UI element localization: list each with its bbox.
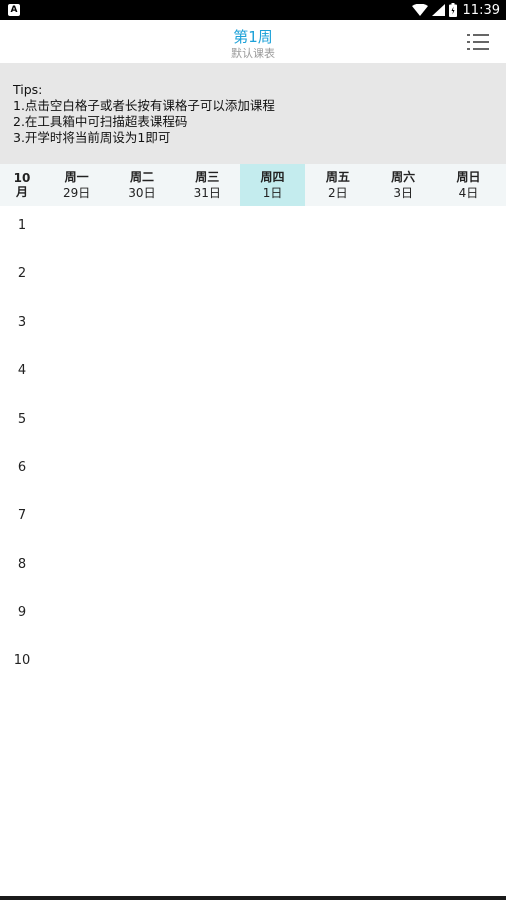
slot-number: 5 <box>17 412 27 427</box>
month-unit: 月 <box>15 185 28 199</box>
tip-line-2: 2.在工具箱中可扫描超表课程码 <box>13 114 188 129</box>
slot-number: 1 <box>17 218 27 233</box>
schedule-name: 默认课表 <box>231 47 275 60</box>
day-name: 周日 <box>456 170 481 184</box>
tip-line-3: 3.开学时将当前周设为1即可 <box>13 130 171 145</box>
notification-letter: A <box>10 5 18 15</box>
timetable-grid[interactable]: 1 2 3 4 5 6 7 8 9 10 <box>0 206 506 896</box>
menu-button[interactable] <box>466 32 490 52</box>
battery-icon <box>448 3 457 17</box>
day-date: 2日 <box>328 186 348 200</box>
day-date: 4日 <box>458 186 479 200</box>
day-name: 周五 <box>325 170 350 184</box>
day-name: 周一 <box>64 170 89 184</box>
slot-number: 8 <box>17 557 27 572</box>
day-name: 周二 <box>129 170 154 184</box>
app-header: 第1周 默认课表 <box>0 20 506 63</box>
week-header: 10 月 周一 29日 周二 30日 周三 31日 周四 1日 周五 2日 周六… <box>0 164 506 206</box>
tips-panel: Tips: 1.点击空白格子或者长按有课格子可以添加课程 2.在工具箱中可扫描超… <box>0 63 506 164</box>
month-number: 10 <box>13 171 31 185</box>
week-title[interactable]: 第1周 <box>0 26 506 47</box>
notification-icon: A <box>8 4 20 16</box>
day-column-fri: 周五 2日 <box>305 164 370 206</box>
day-date: 1日 <box>262 186 283 200</box>
month-label: 10 月 <box>0 164 44 206</box>
day-date: 30日 <box>128 186 156 200</box>
slot-number: 2 <box>17 266 27 281</box>
slot-number: 3 <box>17 315 27 330</box>
day-name: 周四 <box>260 170 285 184</box>
day-name: 周三 <box>195 170 220 184</box>
day-column-sun: 周日 4日 <box>436 164 501 206</box>
slot-number: 10 <box>13 653 31 668</box>
slot-number: 6 <box>17 460 27 475</box>
tip-line-1: 1.点击空白格子或者长按有课格子可以添加课程 <box>13 98 275 113</box>
wifi-icon <box>411 4 428 16</box>
day-column-sat: 周六 3日 <box>371 164 436 206</box>
status-bar: A 11:39 <box>0 0 506 20</box>
day-name: 周六 <box>391 170 416 184</box>
list-menu-icon <box>467 34 489 50</box>
slot-number: 7 <box>17 508 27 523</box>
slot-number: 4 <box>17 363 27 378</box>
slot-number: 9 <box>17 605 27 620</box>
status-icons: 11:39 <box>411 0 500 20</box>
day-column-thu-today: 周四 1日 <box>239 164 306 206</box>
day-column-mon: 周一 29日 <box>44 164 109 206</box>
day-date: 3日 <box>393 186 413 200</box>
day-date: 31日 <box>193 186 221 200</box>
signal-icon <box>431 4 445 16</box>
clock: 11:39 <box>462 2 500 18</box>
day-date: 29日 <box>63 186 91 200</box>
day-column-tue: 周二 30日 <box>109 164 174 206</box>
bottom-divider <box>0 896 506 900</box>
day-column-wed: 周三 31日 <box>175 164 240 206</box>
tips-heading: Tips: <box>13 82 43 97</box>
